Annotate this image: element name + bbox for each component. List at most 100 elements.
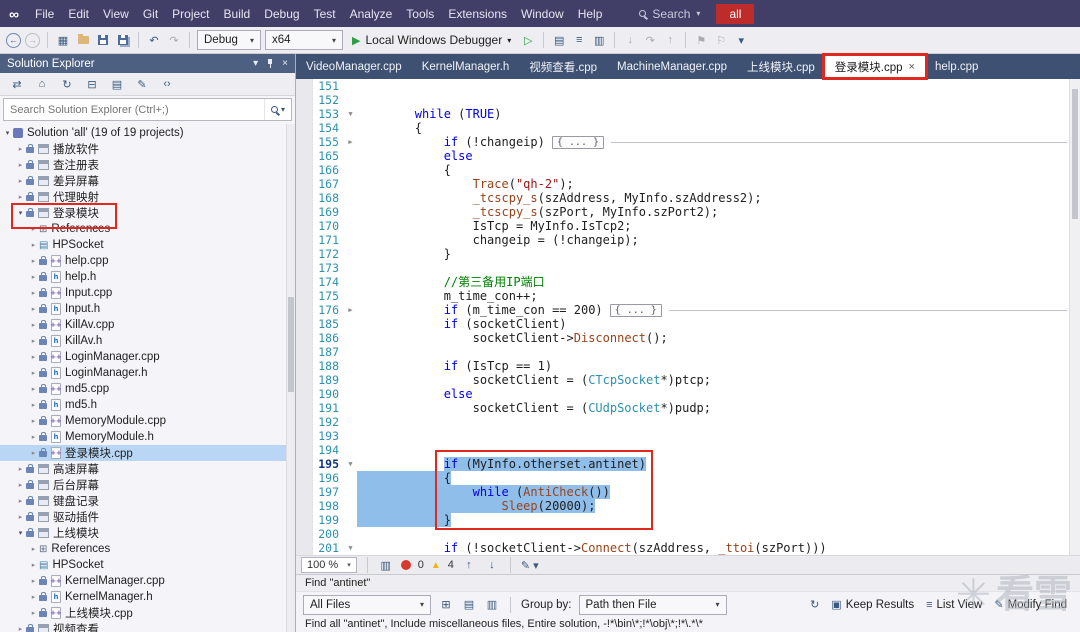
tree-item-item[interactable]: ▸代理映射 bbox=[0, 189, 295, 205]
tree-item-md5-cpp[interactable]: ▸++md5.cpp bbox=[0, 381, 295, 397]
tree-item-kernelmanager-h[interactable]: ▸hKernelManager.h bbox=[0, 589, 295, 605]
warning-icon[interactable]: ▲ bbox=[431, 560, 441, 571]
expand-arrow-icon[interactable]: ▸ bbox=[15, 481, 26, 489]
expand-arrow-icon[interactable]: ▸ bbox=[28, 545, 39, 553]
show-all-files-button[interactable]: ▤ bbox=[109, 75, 125, 93]
tree-item-item[interactable]: ▸驱动插件 bbox=[0, 509, 295, 525]
expand-arrow-icon[interactable]: ▸ bbox=[15, 625, 26, 632]
expand-arrow-icon[interactable]: ▸ bbox=[15, 161, 26, 169]
expand-arrow-icon[interactable]: ▸ bbox=[28, 449, 39, 457]
menu-item-build[interactable]: Build bbox=[217, 3, 258, 25]
next-issue-button[interactable]: ↓ bbox=[484, 556, 500, 574]
close-icon[interactable]: × bbox=[909, 61, 915, 73]
step-over-button[interactable]: ↷ bbox=[642, 31, 658, 49]
menu-item-help[interactable]: Help bbox=[571, 3, 610, 25]
code-line[interactable]: 201▼ if (!socketClient->Connect(szAddres… bbox=[313, 541, 1069, 555]
flag-button[interactable]: ⚑ bbox=[693, 31, 709, 49]
step-out-button[interactable]: ↑ bbox=[662, 31, 678, 49]
tree-item-item[interactable]: ▸查注册表 bbox=[0, 157, 295, 173]
code-line[interactable]: 167 Trace("qh-2"); bbox=[313, 177, 1069, 191]
redo-button[interactable]: ↷ bbox=[166, 31, 182, 49]
expand-arrow-icon[interactable]: ▸ bbox=[28, 593, 39, 601]
debug-config-select[interactable]: Debug▾ bbox=[197, 30, 261, 50]
search-options-button[interactable]: ▾ bbox=[264, 99, 291, 120]
code-line[interactable]: 193 bbox=[313, 429, 1069, 443]
tree-item-memorymodule-cpp[interactable]: ▸++MemoryModule.cpp bbox=[0, 413, 295, 429]
tree-item-references[interactable]: ▸⊞References bbox=[0, 221, 295, 237]
code-line[interactable]: 171 changeip = (!changeip); bbox=[313, 233, 1069, 247]
tree-item-md5-h[interactable]: ▸hmd5.h bbox=[0, 397, 295, 413]
new-project-button[interactable]: ▦ bbox=[55, 31, 71, 49]
tree-item-references[interactable]: ▸⊞References bbox=[0, 541, 295, 557]
code-line[interactable]: 194 bbox=[313, 443, 1069, 457]
tree-item-loginmanager-cpp[interactable]: ▸++LoginManager.cpp bbox=[0, 349, 295, 365]
tree-item-cpp[interactable]: ▸++登录模块.cpp bbox=[0, 445, 295, 461]
code-line[interactable]: 154 { bbox=[313, 121, 1069, 135]
expand-arrow-icon[interactable]: ▸ bbox=[28, 273, 39, 281]
expand-arrow-icon[interactable]: ▸ bbox=[15, 513, 26, 521]
code-line[interactable]: 197 while (AntiCheck()) bbox=[313, 485, 1069, 499]
code-line[interactable]: 153▼ while (TRUE) bbox=[313, 107, 1069, 121]
tree-item-hpsocket[interactable]: ▸▤HPSocket bbox=[0, 237, 295, 253]
tree-item-input-cpp[interactable]: ▸++Input.cpp bbox=[0, 285, 295, 301]
tree-item-loginmanager-h[interactable]: ▸hLoginManager.h bbox=[0, 365, 295, 381]
modify-find-button[interactable]: ✎Modify Find bbox=[994, 598, 1067, 611]
expand-arrow-icon[interactable]: ▸ bbox=[28, 321, 39, 329]
immediate-window-button[interactable]: ≡ bbox=[571, 31, 587, 49]
tree-item-item[interactable]: ▸后台屏幕 bbox=[0, 477, 295, 493]
code-line[interactable]: 168 _tcscpy_s(szAddress, MyInfo.szAddres… bbox=[313, 191, 1069, 205]
code-line[interactable]: 196 { bbox=[313, 471, 1069, 485]
code-line[interactable]: 155▶ if (!changeip){ ... } bbox=[313, 135, 1069, 149]
menu-item-edit[interactable]: Edit bbox=[61, 3, 96, 25]
tree-item-item[interactable]: ▸视频查看 bbox=[0, 621, 295, 632]
fold-expand-icon[interactable]: ▶ bbox=[344, 135, 357, 149]
code-line[interactable]: 187 bbox=[313, 345, 1069, 359]
code-line[interactable]: 151 bbox=[313, 79, 1069, 93]
expand-arrow-icon[interactable]: ▸ bbox=[28, 225, 39, 233]
tree-item-item[interactable]: ▸差异屏幕 bbox=[0, 173, 295, 189]
code-line[interactable]: 188 if (IsTcp == 1) bbox=[313, 359, 1069, 373]
expand-arrow-icon[interactable]: ▸ bbox=[28, 609, 39, 617]
expand-arrow-icon[interactable]: ▸ bbox=[28, 401, 39, 409]
code-line[interactable]: 176▶ if (m_time_con == 200){ ... } bbox=[313, 303, 1069, 317]
menu-item-test[interactable]: Test bbox=[307, 3, 343, 25]
tree-item-cpp[interactable]: ▸++上线模块.cpp bbox=[0, 605, 295, 621]
solution-search-input[interactable] bbox=[4, 104, 264, 116]
expand-arrow-icon[interactable]: ▸ bbox=[28, 289, 39, 297]
collapse-arrow-icon[interactable]: ▾ bbox=[15, 529, 26, 537]
code-line[interactable]: 192 bbox=[313, 415, 1069, 429]
step-into-button[interactable]: ↓ bbox=[622, 31, 638, 49]
tree-item-item[interactable]: ▸播放软件 bbox=[0, 141, 295, 157]
fold-collapse-icon[interactable]: ▼ bbox=[344, 457, 357, 471]
find-scope-select[interactable]: All Files▾ bbox=[303, 595, 431, 615]
refresh-icon[interactable]: ↻ bbox=[810, 598, 819, 611]
code-editor[interactable]: 151152153▼ while (TRUE)154 {155▶ if (!ch… bbox=[296, 79, 1080, 555]
tree-item-item[interactable]: ▸键盘记录 bbox=[0, 493, 295, 509]
tab-cpp[interactable]: 视频查看.cpp bbox=[519, 54, 607, 79]
start-debugging-button[interactable]: ▶ Local Windows Debugger ▾ bbox=[347, 33, 516, 47]
refresh-button[interactable]: ↻ bbox=[59, 75, 75, 93]
tab-help-cpp[interactable]: help.cpp bbox=[925, 54, 988, 79]
tree-item-hpsocket[interactable]: ▸▤HPSocket bbox=[0, 557, 295, 573]
tree-item-killav-cpp[interactable]: ▸++KillAv.cpp bbox=[0, 317, 295, 333]
solution-explorer-header[interactable]: Solution Explorer ▾ × bbox=[0, 54, 295, 73]
platform-select[interactable]: x64▾ bbox=[265, 30, 343, 50]
expand-arrow-icon[interactable]: ▸ bbox=[15, 177, 26, 185]
tree-item-killav-h[interactable]: ▸hKillAv.h bbox=[0, 333, 295, 349]
tree-item-help-cpp[interactable]: ▸++help.cpp bbox=[0, 253, 295, 269]
tree-item-memorymodule-h[interactable]: ▸hMemoryModule.h bbox=[0, 429, 295, 445]
collapse-arrow-icon[interactable]: ▾ bbox=[2, 129, 13, 137]
tree-item-help-h[interactable]: ▸hhelp.h bbox=[0, 269, 295, 285]
code-line[interactable]: 186 socketClient->Disconnect(); bbox=[313, 331, 1069, 345]
menu-item-project[interactable]: Project bbox=[165, 3, 216, 25]
code-line[interactable]: 195▼ if (MyInfo.otherset.antinet) bbox=[313, 457, 1069, 471]
tree-item-input-h[interactable]: ▸hInput.h bbox=[0, 301, 295, 317]
zoom-select[interactable]: 100 %▾ bbox=[301, 557, 357, 573]
list-view-button[interactable]: ≡List View bbox=[926, 599, 982, 611]
document-health-icon[interactable]: ▥ bbox=[378, 556, 394, 574]
tree-item-item[interactable]: ▾登录模块 bbox=[0, 205, 295, 221]
pencil-icon[interactable]: ✎ ▾ bbox=[521, 556, 539, 574]
code-line[interactable]: 191 socketClient = (CUdpSocket*)pudp; bbox=[313, 401, 1069, 415]
start-without-debugging-button[interactable]: ▷ bbox=[520, 31, 536, 49]
output-window-button[interactable]: ▤ bbox=[551, 31, 567, 49]
